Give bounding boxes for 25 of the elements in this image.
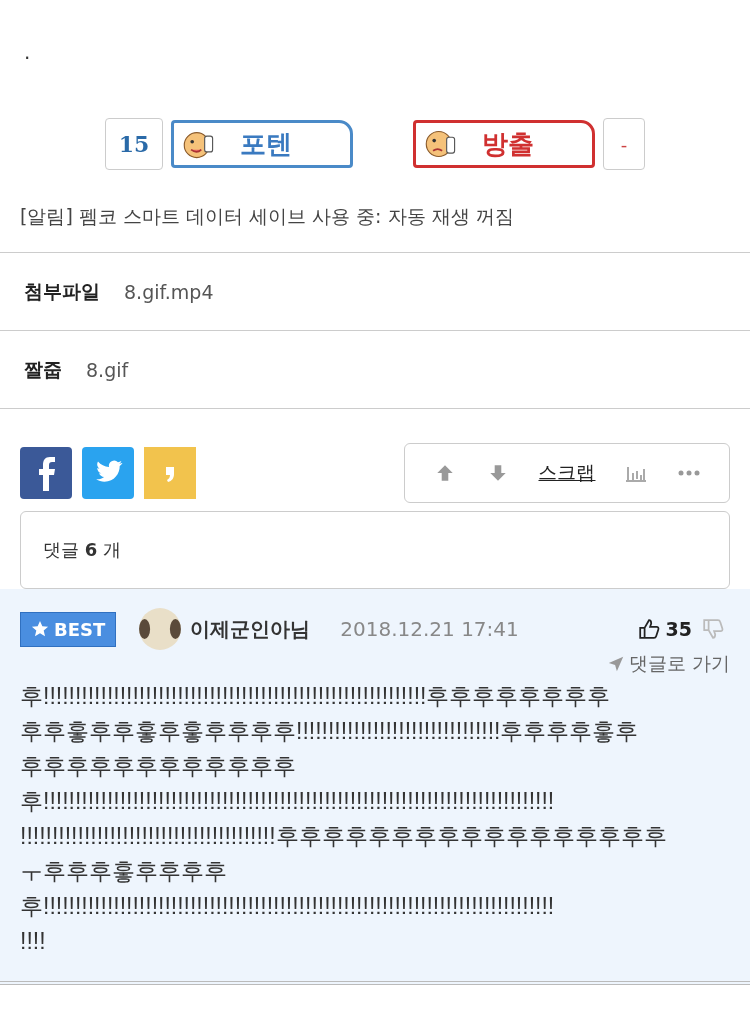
downvote-button[interactable]: 방출 bbox=[413, 120, 595, 168]
thumbs-down-icon[interactable] bbox=[702, 618, 724, 640]
avatar-icon bbox=[138, 607, 183, 651]
thumbs-up-icon[interactable] bbox=[637, 618, 660, 640]
go-to-comment-link[interactable]: 댓글로 가기 bbox=[606, 651, 730, 677]
dot-mark: . bbox=[23, 39, 32, 66]
attachment-link[interactable]: 8.gif.mp4 bbox=[124, 280, 214, 303]
like-count: 35 bbox=[665, 618, 692, 640]
downvote-count: - bbox=[603, 118, 645, 170]
scrap-link[interactable]: 스크랩 bbox=[538, 460, 596, 486]
badge-label: BEST bbox=[54, 618, 106, 640]
notice-text: [알림] 펨코 스마트 데이터 세이브 사용 중: 자동 재생 꺼짐 bbox=[0, 170, 750, 253]
attachment-label: 짤줍 bbox=[24, 356, 62, 382]
facebook-share-icon[interactable] bbox=[20, 447, 72, 499]
attachment-link[interactable]: 8.gif bbox=[86, 358, 129, 381]
comment-count: 댓글 6 개 bbox=[43, 538, 121, 562]
attachment-label: 첨부파일 bbox=[24, 278, 100, 304]
comment-author[interactable]: 이제군인아님 bbox=[190, 615, 311, 643]
comma-share-icon[interactable] bbox=[144, 447, 196, 499]
twitter-share-icon[interactable] bbox=[82, 447, 134, 499]
comment-text: 후!!!!!!!!!!!!!!!!!!!!!!!!!!!!!!!!!!!!!!!!!!!!!!!!!!!!!!!!!!!!후후후후후후후후 후후훟후후훟후훟후후후후!!!!!!!!!!!!!!!!!!!!!!!!!!!!!!!!후후후후훟후 후후후후후후후후후후후후 후!!!!!!!!!!!!!!!!!!!!!!!!!!!!!!!!!!!!!!!!!!!!!!!!!!!!!!!!!!!!!!!!!!!!!!!!!!!!!!!! !!!!!!!!!!!!!!!!!!!!!!!!!!!!!!!!!!!!!!!!후후후후후후후후후후후후후후후후후 ㅜ후후후훟후후후후 후!!!!!!!!!!!!!!!!!!!!!!!!!!!!!!!!!!!!!!!!!!!!!!!!!!!!!!!!!!!!!!!!!!!!!!!!!!!!!!!! !!!! bbox=[20, 682, 668, 956]
upvote-button[interactable]: 포텐 bbox=[171, 120, 353, 168]
star-icon bbox=[31, 620, 49, 638]
comment-date: 2018.12.21 17:41 bbox=[340, 617, 519, 641]
vote-count: 15 bbox=[105, 118, 163, 170]
